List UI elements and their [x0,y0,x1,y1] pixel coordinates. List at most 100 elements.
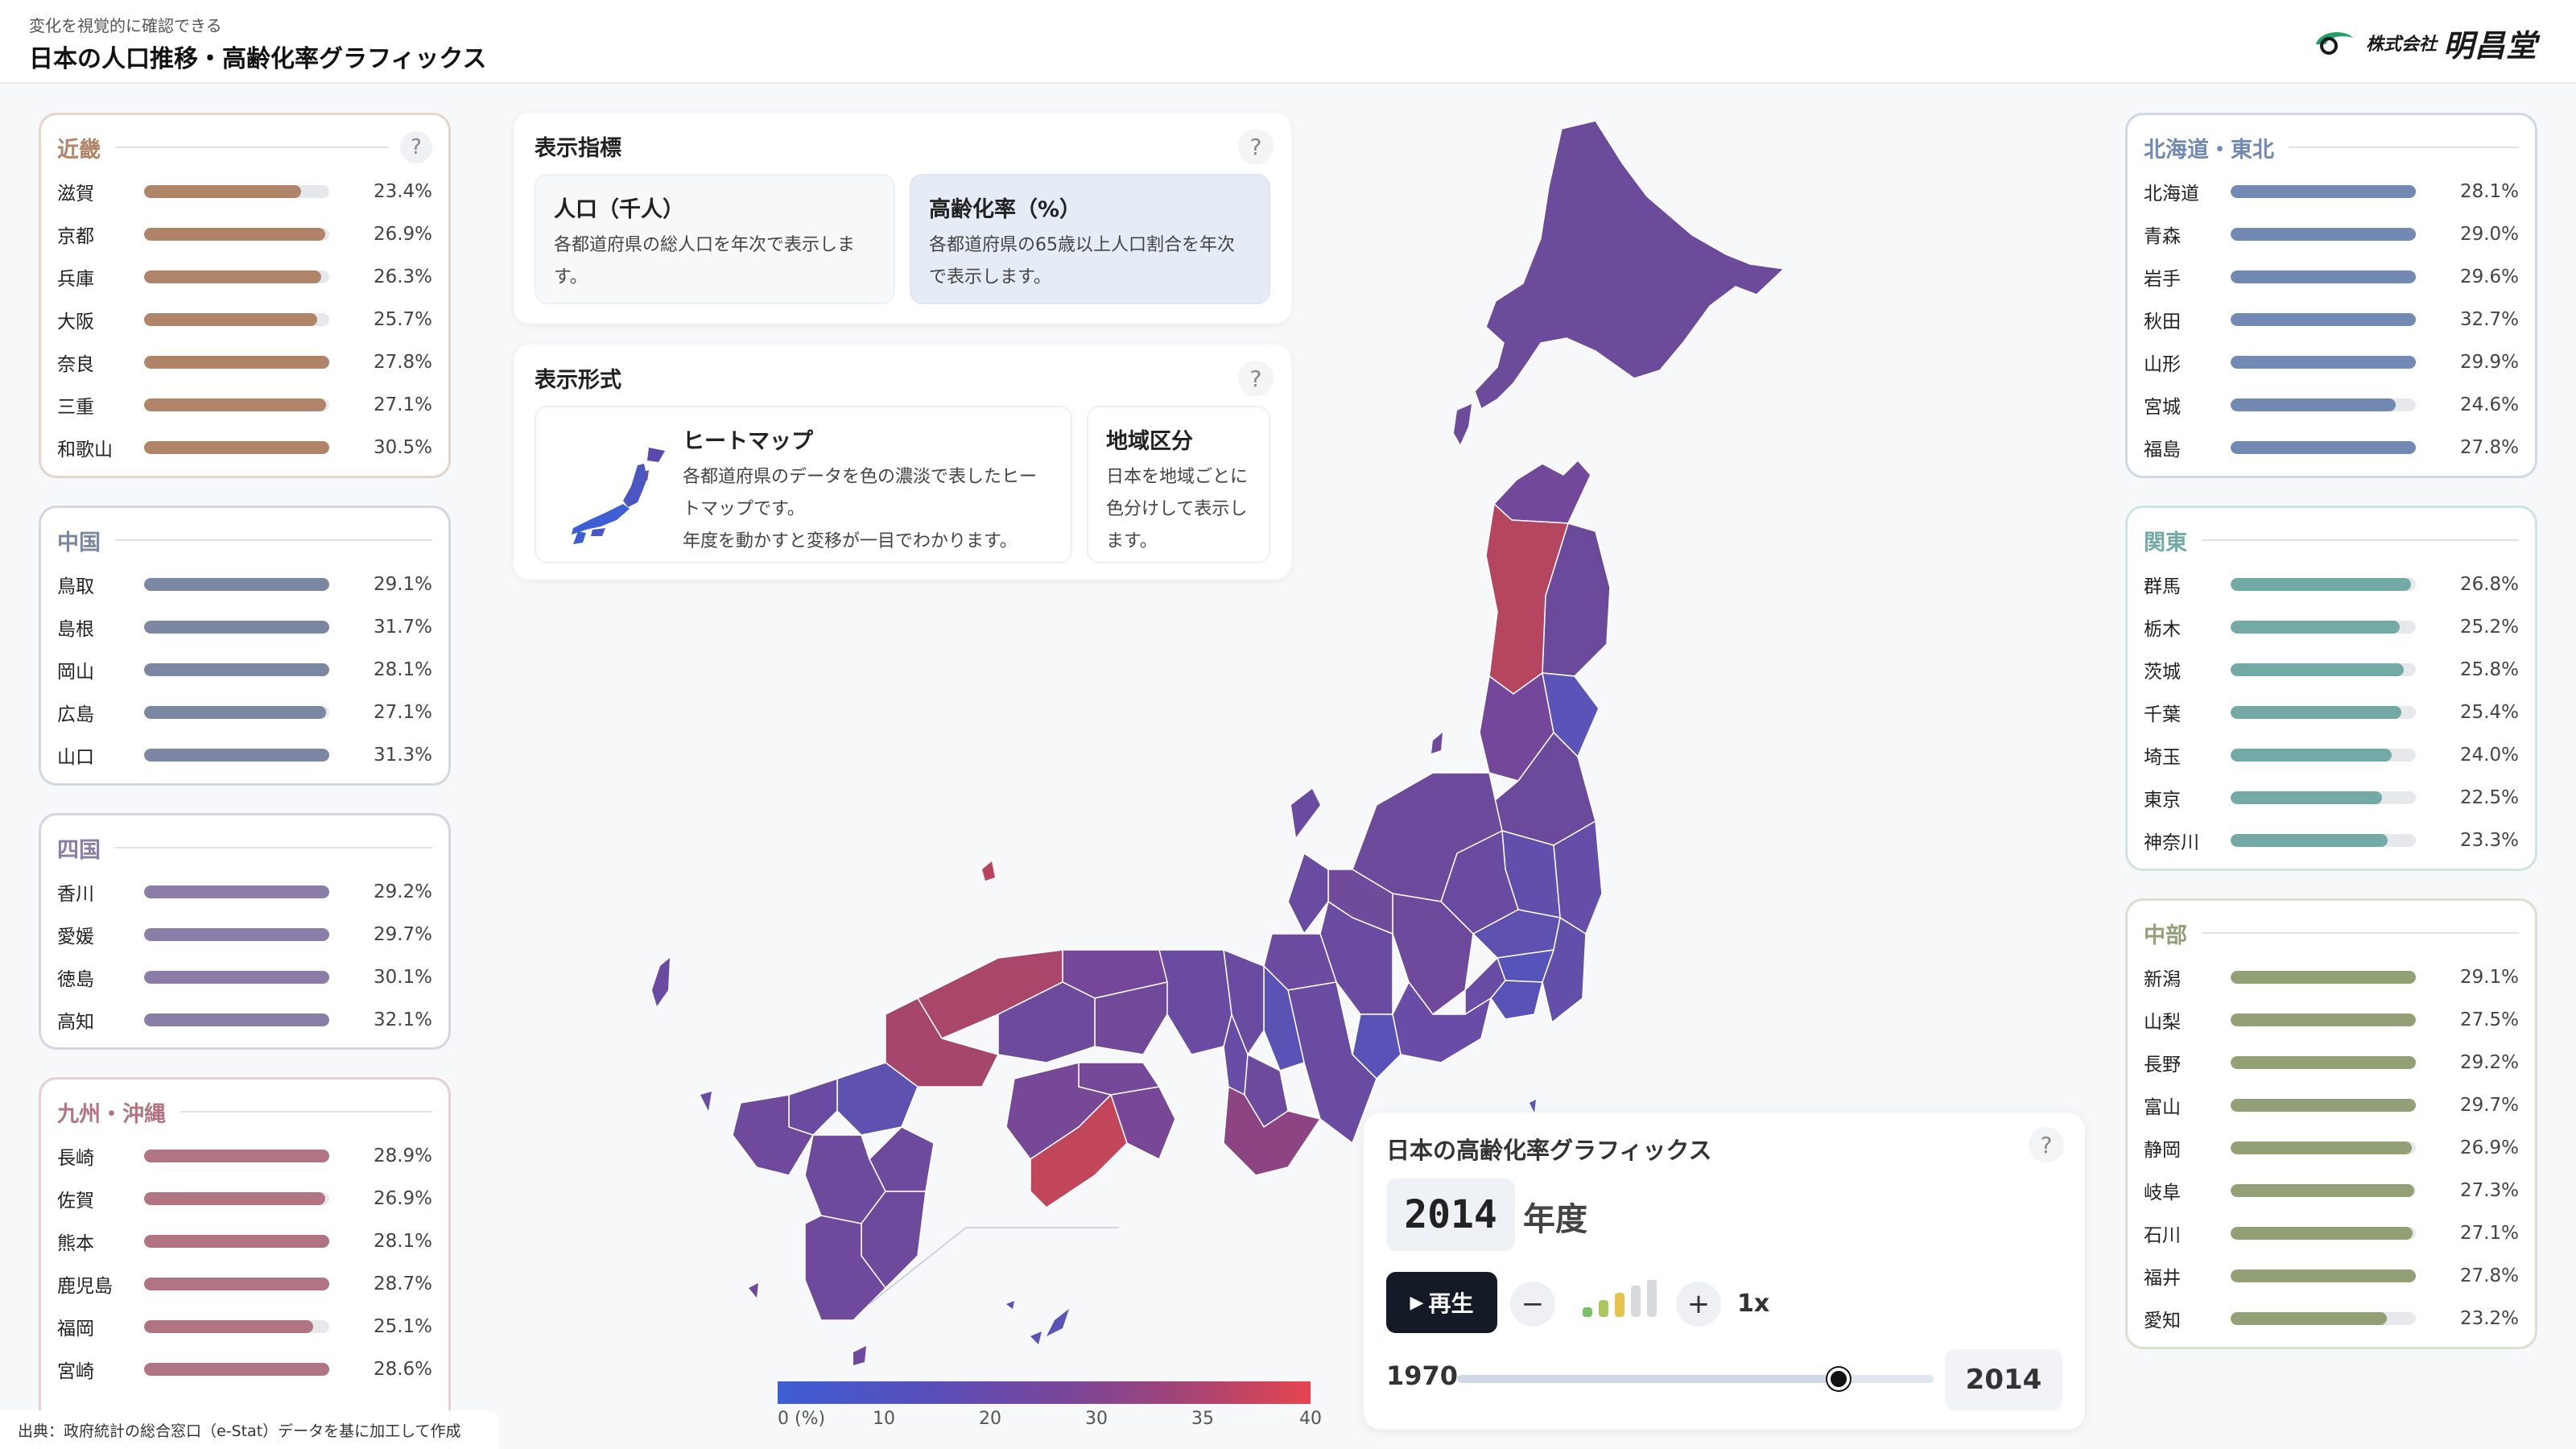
aging-rate-bar-track [2231,705,2417,719]
aging-rate-bar-track [2231,1055,2417,1069]
aging-rate-bar [144,620,330,634]
aging-rate-bar-track [2231,312,2417,326]
prefecture-name: 広島 [57,704,94,725]
aging-rate-bar [144,577,330,591]
speed-level-bar [1583,1307,1592,1317]
aging-rate-bar [144,663,330,676]
aging-rate-bar [2231,970,2417,984]
slider-thumb[interactable] [1827,1368,1850,1390]
prefecture-row: 福島 27.8% [2144,426,2519,469]
prefecture-name: 奈良 [57,353,94,375]
prefecture-name: 北海道 [2144,183,2199,204]
aging-rate-bar [144,355,330,369]
aging-rate-bar [144,227,325,241]
aging-rate-bar-track [144,1234,330,1248]
aging-rate-bar-track [144,577,330,591]
region-name: 関東 [2144,530,2187,555]
aging-rate-bar-track [144,184,330,198]
prefecture-name: 岡山 [57,661,94,683]
aging-rate-bar-track [144,270,330,283]
island-oki [982,861,995,881]
year-slider[interactable] [1457,1368,1934,1390]
aging-rate-bar-track [2231,577,2417,591]
aging-rate-bar-track [144,1362,330,1376]
prefecture-name: 島根 [57,618,94,640]
aging-rate-bar-track [144,885,330,898]
aging-rate-value: 27.1% [373,701,433,723]
prefecture-name: 大阪 [57,311,94,332]
aging-rate-bar-track [2231,663,2417,676]
region-name: 中国 [57,530,101,555]
prefecture-row: 青森 29.0% [2144,213,2519,255]
aging-rate-bar-track [144,440,330,454]
prefecture-name: 秋田 [2144,311,2181,332]
legend-tick: 0 (%) [778,1409,826,1429]
aging-rate-value: 25.2% [2459,616,2520,638]
aging-rate-value: 29.0% [2459,223,2520,245]
prefecture-row: 京都 26.9% [57,213,432,255]
slider-max-label: 2014 [1945,1349,2062,1410]
prefecture-name: 岩手 [2144,268,2181,290]
pref-hokkaido-south[interactable] [1454,404,1472,444]
pref-saga[interactable] [788,1077,838,1136]
prefecture-name: 東京 [2144,789,2181,811]
help-icon[interactable]: ? [400,131,432,163]
prefecture-row: 兵庫 26.3% [57,255,432,298]
pref-hyogo[interactable] [1158,949,1232,1055]
aging-rate-value: 23.2% [2459,1307,2520,1329]
aging-rate-bar [2231,1013,2416,1026]
aging-rate-value: 29.1% [373,573,433,595]
help-icon[interactable]: ? [2029,1127,2064,1162]
speed-level-bar [1599,1300,1608,1317]
aging-rate-bar [144,705,327,719]
aging-rate-value: 26.8% [2459,573,2520,595]
prefecture-row: 大阪 25.7% [57,298,432,341]
speed-increase-button[interactable]: + [1676,1282,1721,1327]
prefecture-row: 宮城 24.6% [2144,383,2519,426]
play-button[interactable]: ▶ 再生 [1386,1272,1497,1333]
aging-rate-value: 31.7% [373,616,433,638]
speed-level-indicator [1583,1280,1657,1317]
pref-ishikawa[interactable] [1287,852,1329,935]
play-label: 再生 [1428,1290,1474,1317]
aging-rate-bar-track [144,312,330,326]
prefecture-row: 島根 31.7% [57,605,432,648]
prefecture-row: 長野 29.2% [2144,1041,2519,1084]
prefecture-name: 佐賀 [57,1190,94,1212]
prefecture-name: 神奈川 [2144,832,2199,853]
aging-rate-value: 30.1% [373,966,433,988]
region-card-shikoku: 四国 香川 29.2% 愛媛 29.7% 徳島 30.1% 高知 32.1% [39,813,451,1050]
island-sado [1431,733,1443,753]
pref-okinawa[interactable] [1046,1309,1069,1336]
aging-rate-bar-track [2231,1098,2417,1112]
prefecture-name: 兵庫 [57,268,94,290]
prefecture-row: 岐阜 27.3% [2144,1169,2519,1212]
prefecture-row: 岩手 29.6% [2144,255,2519,298]
header-subtitle: 変化を視覚的に確認できる [29,16,222,35]
pref-hokkaido[interactable] [1474,120,1785,411]
aging-rate-bar-track [144,748,330,762]
speed-decrease-button[interactable]: − [1510,1282,1555,1327]
island-koshiki [749,1283,758,1298]
aging-rate-bar [2231,1055,2417,1069]
aging-rate-bar [2231,1141,2412,1154]
region-name: 四国 [57,837,101,863]
aging-rate-value: 27.8% [373,351,433,373]
prefecture-row: 熊本 28.1% [57,1220,432,1262]
prefecture-row: 富山 29.7% [2144,1084,2519,1126]
aging-rate-bar [144,885,330,898]
aging-rate-value: 26.9% [373,223,433,245]
prefecture-row: 佐賀 26.9% [57,1177,432,1220]
pref-noto[interactable] [1291,789,1320,837]
prefecture-list: 北海道 28.1% 青森 29.0% 岩手 29.6% 秋田 32.7% 山形 29.9% 宮城 24… [2144,170,2519,469]
prefecture-list: 新潟 29.1% 山梨 27.5% 長野 29.2% 富山 29.7% 静岡 26.9% 岐阜 27.… [2144,956,2519,1340]
prefecture-list: 滋賀 23.4% 京都 26.9% 兵庫 26.3% 大阪 25.7% 奈良 27.8% 三重 27.… [57,170,432,469]
pref-aomori[interactable] [1492,459,1591,524]
aging-rate-bar [2231,1226,2413,1240]
prefecture-name: 富山 [2144,1096,2181,1118]
aging-rate-bar-track [144,1277,330,1290]
aging-rate-bar-track [2231,1226,2417,1240]
aging-rate-bar [2231,440,2417,454]
prefecture-row: 福岡 25.1% [57,1305,432,1348]
aging-rate-bar [2231,270,2417,283]
